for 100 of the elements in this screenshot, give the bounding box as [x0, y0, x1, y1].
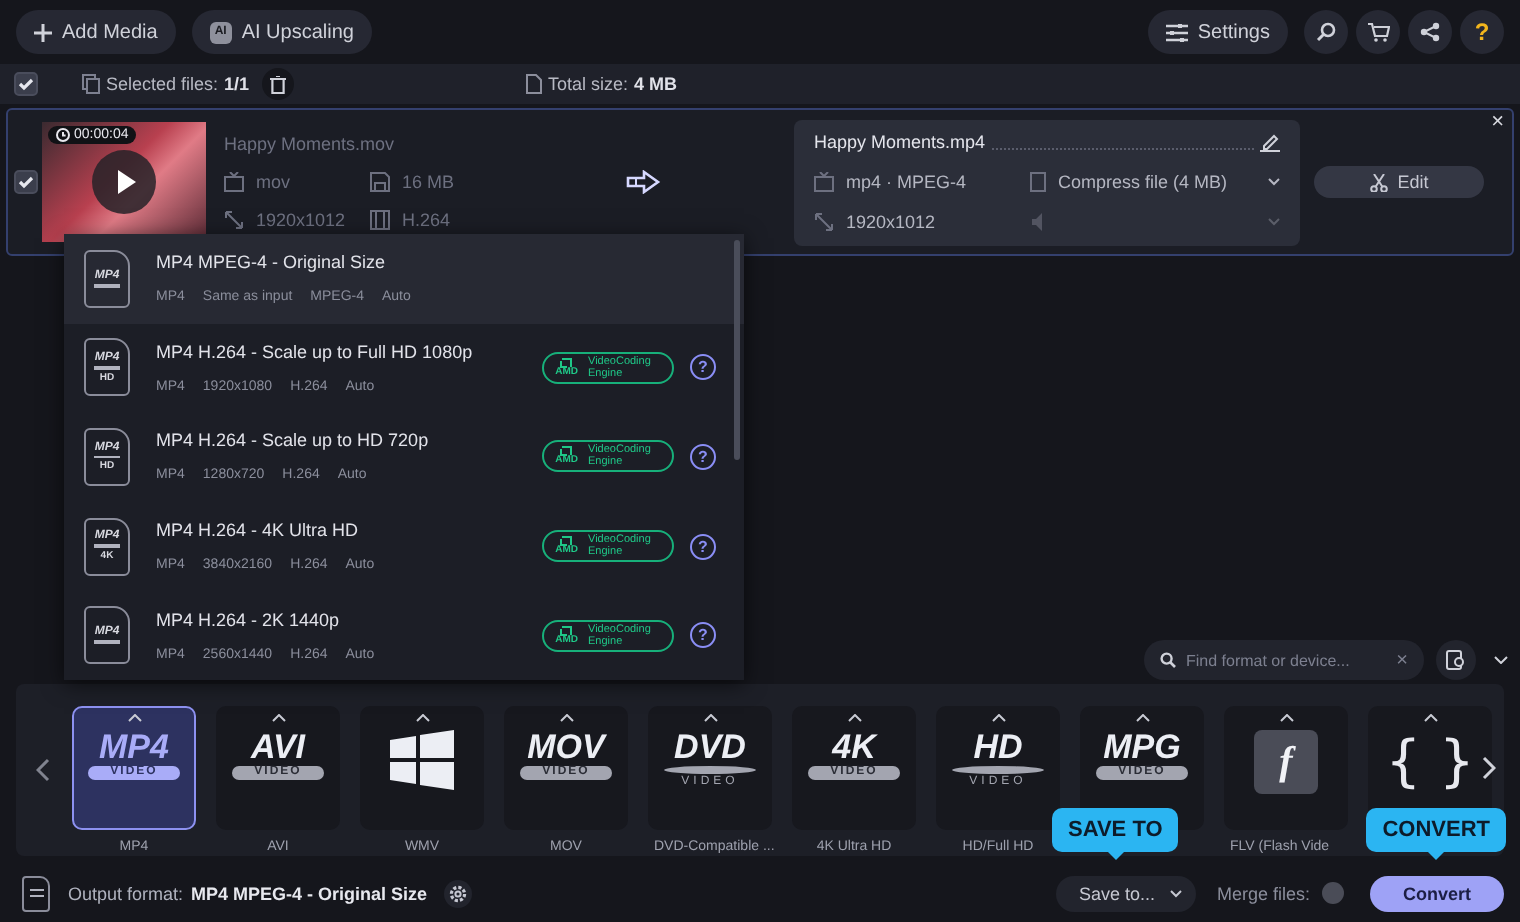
help-button[interactable]: ? — [690, 443, 716, 470]
share-icon — [1420, 22, 1440, 42]
chip-icon — [560, 446, 573, 457]
scrollbar-thumb[interactable] — [734, 240, 740, 460]
selected-files-label: Selected files: — [106, 74, 219, 94]
format-logo: 4K — [832, 730, 876, 764]
search-icon — [1316, 22, 1336, 42]
caret-up-icon — [559, 714, 573, 722]
edit-button[interactable]: Edit — [1314, 166, 1484, 198]
settings-button[interactable]: Settings — [1147, 10, 1288, 54]
search-button[interactable] — [1304, 10, 1348, 54]
chevron-down-icon — [1268, 218, 1280, 226]
source-file-name: Happy Moments.mov — [224, 134, 397, 154]
delete-button[interactable] — [261, 68, 294, 100]
format-logo: AVI — [250, 730, 306, 764]
caret-up-icon — [271, 714, 285, 722]
merge-toggle[interactable] — [1322, 882, 1344, 904]
help-button[interactable]: ? — [1460, 10, 1504, 54]
device-icon — [1446, 650, 1466, 670]
chevron-down-icon — [1268, 178, 1280, 186]
caret-up-icon — [991, 714, 1005, 722]
checkbox[interactable] — [14, 72, 38, 96]
chip-icon — [560, 357, 573, 368]
chevron-left-icon[interactable] — [36, 758, 50, 782]
output-resolution: 1920x1012 — [846, 212, 936, 232]
play-icon[interactable] — [92, 150, 156, 214]
search-icon — [1160, 652, 1176, 668]
pencil-icon — [1260, 132, 1280, 152]
chevron-right-icon[interactable] — [1482, 756, 1496, 780]
device-detect-button[interactable] — [1436, 640, 1476, 680]
format-tile[interactable]: f — [1224, 706, 1348, 830]
caret-up-icon — [1423, 714, 1437, 722]
format-logo: DVD — [674, 730, 746, 764]
resize-icon — [814, 212, 834, 232]
preset-title: MP4 H.264 - Scale up to HD 720p — [156, 430, 431, 451]
preset-title: MP4 MPEG-4 - Original Size — [156, 252, 388, 273]
chevron-down-icon — [1493, 656, 1507, 664]
disc-icon — [664, 766, 756, 774]
save-to-dropdown[interactable]: Save to... — [1056, 875, 1197, 911]
caret-up-icon — [127, 714, 141, 722]
merge-files-label: Merge files: — [1216, 883, 1310, 903]
flash-logo: f — [1254, 730, 1318, 794]
add-media-button[interactable]: Add Media — [16, 10, 176, 54]
chevron-down-icon — [1170, 889, 1183, 897]
output-format-label: Output format: — [68, 883, 184, 903]
compress-dropdown[interactable]: Compress file (4 MB) — [1030, 169, 1280, 195]
help-button[interactable]: ? — [690, 622, 716, 649]
size-icon — [370, 172, 390, 192]
preset-title: MP4 H.264 - Scale up to Full HD 1080p — [156, 341, 475, 362]
total-size-label: Total size: — [548, 74, 629, 94]
share-button[interactable] — [1408, 10, 1452, 54]
format-logo: MOV — [527, 730, 605, 764]
format-logo: HD — [973, 730, 1023, 764]
sliders-icon — [1165, 23, 1188, 41]
braces-logo: { } — [1385, 730, 1475, 794]
format-search-field[interactable]: Find format or device... × — [1144, 640, 1424, 680]
file-icon — [526, 74, 542, 94]
scissors-icon — [1369, 173, 1388, 191]
preset-title: MP4 H.264 - 2K 1440p — [156, 609, 342, 630]
convert-button[interactable]: Convert — [1370, 875, 1504, 911]
source-format: mov — [256, 172, 291, 192]
windows-logo-icon — [390, 730, 454, 790]
clock-icon — [56, 128, 70, 142]
caret-up-icon — [847, 714, 861, 722]
codec-icon — [370, 210, 390, 230]
help-button[interactable]: ? — [690, 533, 716, 560]
lines-icon — [29, 888, 43, 898]
rename-button[interactable] — [1260, 132, 1280, 152]
output-format: mp4 · MPEG-4 — [846, 172, 967, 192]
source-codec: H.264 — [402, 210, 451, 230]
format-logo: MP4 — [99, 730, 169, 764]
cart-button[interactable] — [1356, 10, 1400, 54]
output-file-name: Happy Moments.mp4 — [814, 132, 986, 152]
caret-up-icon — [1135, 714, 1149, 722]
preset-title: MP4 H.264 - 4K Ultra HD — [156, 520, 361, 541]
disc-icon — [952, 766, 1044, 774]
total-size-value: 4 MB — [634, 74, 678, 94]
selected-files-count: 1/1 — [224, 74, 250, 94]
chip-icon — [560, 625, 573, 636]
clear-button[interactable]: × — [1396, 649, 1408, 671]
chip-icon — [560, 536, 573, 547]
plus-icon — [34, 23, 52, 41]
format-logo: MPG — [1103, 730, 1181, 764]
caret-up-icon — [703, 714, 717, 722]
checkbox[interactable] — [14, 170, 38, 194]
settings-icon — [447, 883, 468, 903]
caret-up-icon — [415, 714, 429, 722]
help-button[interactable]: ? — [690, 354, 716, 381]
source-size: 16 MB — [402, 172, 455, 192]
arrow-icon — [626, 170, 662, 194]
format-tile[interactable] — [360, 706, 484, 830]
cart-icon — [1367, 22, 1389, 42]
file-size-icon — [1030, 172, 1046, 192]
caret-up-icon — [1279, 714, 1293, 722]
copy-icon — [82, 74, 100, 94]
close-button[interactable]: × — [1491, 112, 1504, 134]
source-resolution: 1920x1012 — [256, 210, 346, 230]
settings-button[interactable] — [443, 879, 472, 907]
trash-icon — [269, 75, 286, 93]
output-format-value: MP4 MPEG-4 - Original Size — [191, 883, 428, 903]
